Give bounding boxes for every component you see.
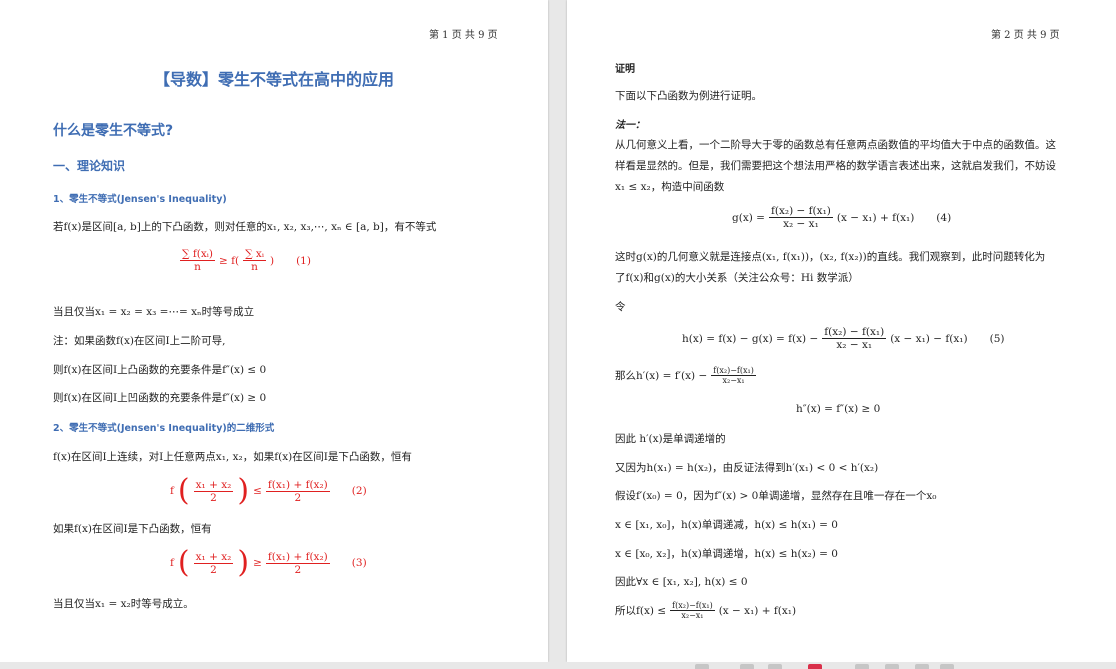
paragraph-if: 若f(x)是区间[a, b]上的下凸函数，则对任意的x₁, x₂, x₃,⋯, … — [53, 221, 437, 233]
active-view-icon[interactable] — [808, 664, 822, 669]
formula-1-left: ∑ f(xᵢ) n — [180, 248, 215, 273]
formula-3-rel: ≥ — [253, 557, 262, 569]
formula-2-right-num: f(x₁) + f(x₂) — [265, 478, 330, 492]
paragraph-equality: 当且仅当x₁ = x₂ = x₃ =⋯= xₙ时等号成立 — [53, 306, 255, 318]
formula-1-num: ∑ f(xᵢ) — [180, 248, 215, 261]
proof-p12: x ∈ [x₁, x₀]，h(x)单调递减，h(x) ≤ h(x₁) = 0 — [615, 519, 838, 531]
formula-3-left-num: x₁ + x₂ — [193, 550, 234, 564]
page-number: 第 2 页 共 9 页 — [991, 30, 1060, 41]
proof-p10: 又因为h(x₁) = h(x₂)，由反证法得到h′(x₁) < 0 < h′(x… — [615, 462, 879, 474]
proof-p14: 因此∀x ∈ [x₁, x₂], h(x) ≤ 0 — [615, 576, 748, 588]
formula-2-left: x₁ + x₂ 2 — [193, 478, 234, 504]
hprime-num: f(x₂)−f(x₁) — [711, 366, 756, 376]
formula-hsecond: h″(x) = f″(x) ≥ 0 — [796, 403, 881, 415]
formula-2-left-num: x₁ + x₂ — [193, 478, 234, 492]
hprime-frac: f(x₂)−f(x₁) x₂−x₁ — [711, 366, 756, 385]
conclusion-rhs: (x − x₁) + f(x₁) — [718, 604, 797, 617]
formula-2-left-den: 2 — [210, 491, 217, 504]
formula-4: g(x) = f(x₂) − f(x₁) x₂ − x₁ (x − x₁) + … — [732, 205, 951, 230]
formula-3-right: f(x₁) + f(x₂) 2 — [265, 550, 330, 576]
formula-2: f( x₁ + x₂ 2 ) ≤ f(x₁) + f(x₂) 2 (2) — [170, 473, 367, 508]
formula-2-rel: ≤ — [253, 485, 262, 497]
formula-conclusion: 所以f(x) ≤ f(x₂)−f(x₁) x₂−x₁ (x − x₁) + f(… — [615, 601, 796, 620]
formula-4-num: f(x₂) − f(x₁) — [768, 205, 833, 218]
page-number: 第 1 页 共 9 页 — [429, 30, 498, 41]
single-page-icon[interactable] — [740, 664, 754, 669]
proof-intro: 下面以下凸函数为例进行证明。 — [615, 90, 762, 102]
formula-5-num: f(x₂) − f(x₁) — [822, 326, 887, 339]
formula-3-left-den: 2 — [210, 563, 217, 576]
paragraph-end: 当且仅当x₁ = x₂时等号成立。 — [53, 598, 194, 610]
document-page-1: 第 1 页 共 9 页 【导数】零生不等式在高中的应用 什么是零生不等式? 一、… — [0, 0, 548, 662]
proof-p4: 这时g(x)的几何意义就是连接点(x₁, f(x₁))，(x₂, f(x₂))的… — [615, 251, 1046, 263]
formula-1: ∑ f(xᵢ) n ≥ f( ∑ xᵢ n ) (1) — [180, 248, 311, 273]
proof-p11: 假设f′(x₀) = 0，因为f″(x) > 0单调递增，显然存在且唯一存在一个… — [615, 490, 937, 502]
formula-1-inner-den: n — [251, 261, 258, 273]
formula-5-frac: f(x₂) − f(x₁) x₂ − x₁ — [822, 326, 887, 351]
formula-2-right: f(x₁) + f(x₂) 2 — [265, 478, 330, 504]
formula-4-lhs: g(x) = — [732, 211, 765, 224]
proof-heading: 证明 — [615, 64, 635, 75]
proof-p6: 令 — [615, 301, 626, 313]
formula-hprime: 那么h′(x) = f′(x) − f(x₂)−f(x₁) x₂−x₁ — [615, 366, 756, 385]
fit-width-icon[interactable] — [855, 664, 869, 669]
formula-1-inner: ∑ xᵢ — [243, 248, 266, 261]
fit-page-icon[interactable] — [885, 664, 899, 669]
formula-1-close: ) — [269, 254, 275, 267]
formula-5-tag: (5) — [989, 332, 1005, 345]
zoom-out-icon[interactable] — [695, 664, 709, 669]
proof-p1: 从几何意义上看，一个二阶导大于零的函数总有任意两点函数值的平均值大于中点的函数值… — [615, 139, 1056, 151]
document-page-2: 第 2 页 共 9 页 证明 下面以下凸函数为例进行证明。 法一： 从几何意义上… — [567, 0, 1116, 662]
formula-3-tag: (3) — [351, 557, 367, 569]
heading-jensen-2d: 2、零生不等式(Jensen's Inequality)的二维形式 — [53, 423, 275, 434]
proof-p13: x ∈ [x₀, x₂]，h(x)单调递增，h(x) ≤ h(x₂) = 0 — [615, 548, 838, 560]
formula-5-rhs: (x − x₁) − f(x₁) — [890, 332, 968, 345]
proof-p9: 因此 h′(x)是单调递增的 — [615, 433, 726, 445]
formula-5: h(x) = f(x) − g(x) = f(x) − f(x₂) − f(x₁… — [682, 326, 1004, 351]
heading-main: 什么是零生不等式? — [53, 123, 174, 139]
formula-4-den: x₂ − x₁ — [783, 218, 819, 230]
conclusion-lhs: 所以f(x) ≤ — [615, 605, 667, 617]
proof-p2: 样看是显然的。但是，我们需要把这个想法用严格的数学语言表述出来，这就启发我们，不… — [615, 160, 1056, 172]
formula-4-rhs: (x − x₁) + f(x₁) — [836, 211, 915, 224]
note-1: 注：如果函数f(x)在区间I上二阶可导, — [53, 335, 226, 347]
two-page-icon[interactable] — [768, 664, 782, 669]
document-title: 【导数】零生不等式在高中的应用 — [153, 70, 394, 89]
heading-theory: 一、理论知识 — [53, 159, 126, 173]
proof-p3: x₁ ≤ x₂，构造中间函数 — [615, 181, 725, 193]
formula-5-lhs: h(x) = f(x) − g(x) = f(x) − — [682, 332, 819, 345]
conclusion-frac: f(x₂)−f(x₁) x₂−x₁ — [670, 601, 715, 620]
conclusion-den: x₂−x₁ — [681, 611, 704, 620]
note-2: 则f(x)在区间I上凸函数的充要条件是f″(x) ≤ 0 — [53, 364, 267, 376]
formula-3-right-num: f(x₁) + f(x₂) — [265, 550, 330, 564]
method-heading: 法一： — [615, 120, 645, 131]
paragraph-lower: 如果f(x)在区间I是下凸函数，恒有 — [53, 523, 212, 535]
rotate-icon[interactable] — [915, 664, 929, 669]
formula-3: f( x₁ + x₂ 2 ) ≥ f(x₁) + f(x₂) 2 (3) — [170, 545, 367, 580]
formula-1-right: ∑ xᵢ n — [243, 248, 266, 273]
formula-1-geq: ≥ f( — [218, 254, 240, 267]
proof-p5: 了f(x)和g(x)的大小关系（关注公众号：Hi 数学派） — [615, 272, 859, 284]
paragraph-continuous: f(x)在区间I上连续，对I上任意两点x₁, x₂，如果f(x)在区间I是下凸函… — [53, 451, 412, 463]
hprime-lhs: 那么h′(x) = f′(x) − — [615, 370, 708, 382]
formula-2-right-den: 2 — [294, 491, 302, 504]
note-3: 则f(x)在区间I上凹函数的充要条件是f″(x) ≥ 0 — [53, 392, 267, 404]
conclusion-num: f(x₂)−f(x₁) — [670, 601, 715, 611]
formula-4-tag: (4) — [936, 211, 952, 224]
formula-1-tag: (1) — [296, 254, 311, 267]
hprime-den: x₂−x₁ — [722, 376, 745, 385]
formula-3-right-den: 2 — [294, 563, 302, 576]
formula-1-den: n — [194, 261, 201, 273]
fullscreen-icon[interactable] — [940, 664, 954, 669]
formula-2-tag: (2) — [351, 485, 367, 497]
formula-3-left: x₁ + x₂ 2 — [193, 550, 234, 576]
formula-4-frac: f(x₂) − f(x₁) x₂ − x₁ — [768, 205, 833, 230]
formula-5-den: x₂ − x₁ — [836, 339, 873, 351]
heading-jensen: 1、零生不等式(Jensen's Inequality) — [53, 194, 227, 205]
